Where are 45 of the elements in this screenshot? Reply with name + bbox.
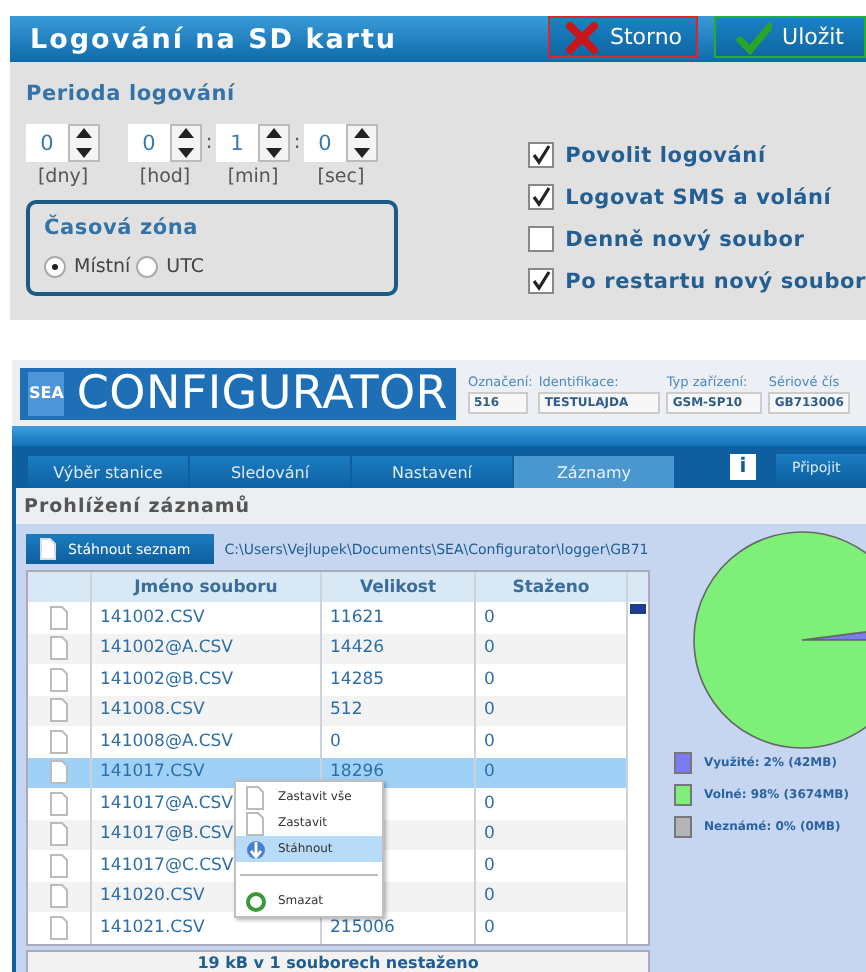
logo: SEA CONFIGURATOR (20, 367, 456, 419)
table-cell: 0 (484, 669, 495, 690)
table-cell: 0 (484, 917, 495, 938)
table-cell: 0 (484, 638, 495, 659)
table-cell: 18296 (330, 762, 385, 783)
section-label: Perioda logování (26, 82, 237, 106)
table-cell: 141017@C.CSV (100, 855, 234, 876)
table-cell: 141017@B.CSV (100, 824, 234, 845)
dialog-title: Logování na SD kartu (28, 23, 398, 55)
unit-label: [sec] (317, 166, 365, 188)
table-cell: 0 (484, 886, 495, 907)
checkbox-label: Logovat SMS a volání (565, 185, 832, 209)
unit-label: [min] (227, 166, 279, 188)
table-cell: 141002@A.CSV (100, 638, 233, 659)
table-cell: 0 (484, 793, 495, 814)
table-cell: 11621 (330, 607, 385, 628)
group-label: Časová zóna (44, 216, 201, 240)
table-cell: 14285 (330, 669, 385, 690)
table-cell: 141002.CSV (100, 607, 205, 628)
table-cell: 141021.CSV (100, 917, 205, 938)
table-cell: 0 (484, 762, 495, 783)
separator-text: : (203, 132, 215, 154)
section-title: Prohlížení záznamů (24, 495, 251, 517)
table-cell: 141017.CSV (100, 762, 205, 783)
table-cell: 141008.CSV (100, 700, 205, 721)
table-cell: 141002@B.CSV (100, 669, 234, 690)
table-cell: 0 (330, 731, 341, 752)
table-cell: 0 (484, 824, 495, 845)
table-cell: 215006 (330, 917, 395, 938)
table-cell: 0 (484, 700, 495, 721)
separator-text: : (291, 132, 303, 154)
table-cell: 512 (330, 700, 363, 721)
unit-label: [hod] (139, 166, 191, 188)
table-cell: 0 (484, 731, 495, 752)
table-cell: 141020.CSV (100, 886, 205, 907)
status-bar: 19 kB v 1 souborech nestaženo (26, 949, 650, 972)
checkbox-label: Po restartu nový soubor (565, 269, 866, 293)
table-cell: 14426 (330, 638, 385, 659)
checkbox-label: Povolit logování (565, 143, 766, 167)
table-cell: 0 (484, 607, 495, 628)
checkbox-label: Denně nový soubor (565, 227, 805, 251)
table-cell: 0 (484, 855, 495, 876)
table-cell: 141008@A.CSV (100, 731, 233, 752)
unit-label: [dny] (37, 166, 89, 188)
table-cell: 141017@A.CSV (100, 793, 233, 814)
